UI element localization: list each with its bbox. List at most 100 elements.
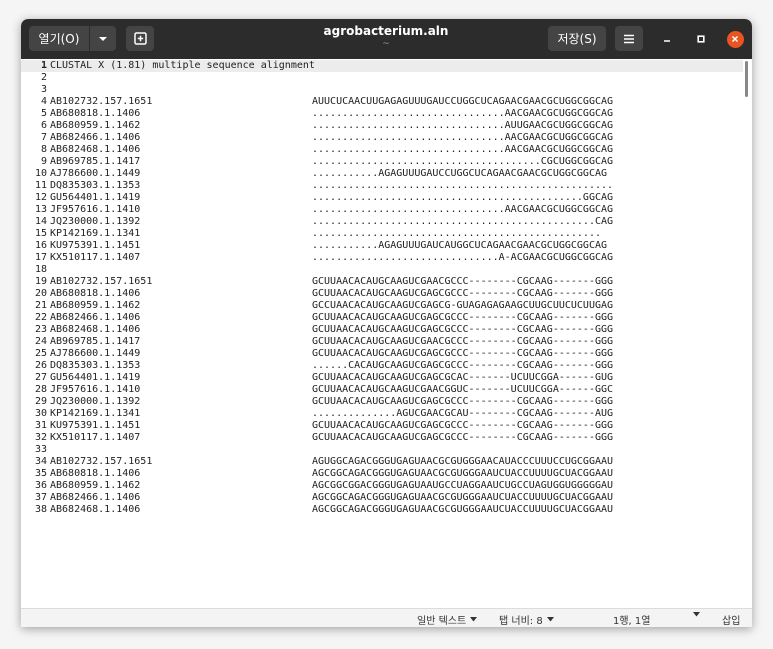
window-subtitle: ~ — [382, 39, 390, 49]
sequence-data: GCUUAACACAUGCAAGUCGAGCGCCC--------CGCAAG… — [312, 288, 614, 299]
sequence-data: ...........AGAGUUUGAUCCUGGCUCAGAACGAACGC… — [312, 168, 608, 179]
line-number: 21 — [34, 300, 47, 311]
close-icon — [731, 35, 739, 43]
language-label: 일반 텍스트 — [417, 616, 467, 627]
maximize-button[interactable] — [691, 29, 711, 49]
sequence-data: ........................................… — [312, 192, 614, 203]
sequence-data: GCUUAACACAUGCAAGUCGAGCGCAC-------UCUUCGG… — [312, 372, 614, 383]
insert-mode-label: 삽입 — [722, 616, 741, 627]
maximize-icon — [697, 35, 705, 43]
sequence-name: AB682466.1.1406 — [50, 492, 141, 503]
line-number: 4 — [40, 96, 47, 107]
sequence-name: AB969785.1.1417 — [50, 336, 141, 347]
tab-width-selector[interactable]: 탭 너비: 8 — [499, 612, 554, 627]
chevron-down-icon — [693, 612, 700, 617]
vertical-scrollbar[interactable] — [745, 61, 748, 97]
language-selector[interactable]: 일반 텍스트 — [417, 612, 478, 627]
open-button[interactable]: 열기(O) — [29, 26, 89, 51]
sequence-data: AGCGGCGGACGGGUGAGUAAUGCCUAGGAAUCUGCCUAGU… — [312, 480, 614, 491]
sequence-name: AB680959.1.1462 — [50, 300, 141, 311]
line-number: 22 — [34, 312, 47, 323]
sequence-data: ........................................… — [312, 228, 601, 239]
sequence-name: AB682466.1.1406 — [50, 132, 141, 143]
sequence-name: DQ835303.1.1353 — [50, 360, 141, 371]
sequence-data: GCUUAACACAUGCAAGUCGAACGCCC--------CGCAAG… — [312, 276, 614, 287]
line-number: 18 — [34, 264, 47, 275]
sequence-data: GCUUAACACAUGCAAGUCGAACGGUC-------UCUUCGG… — [312, 384, 614, 395]
sequence-name: KP142169.1.1341 — [50, 408, 141, 419]
hamburger-menu-icon — [624, 34, 634, 43]
sequence-data: GCUUAACACAUGCAAGUCGAGCGCCC--------CGCAAG… — [312, 324, 614, 335]
text-editor-window: 열기(O) agrobacterium.aln ~ 저장(S) 1 CLUSTA… — [21, 19, 752, 627]
chevron-down-icon — [546, 617, 554, 622]
sequence-data: GCUUAACACAUGCAAGUCGAGCGCCC--------CGCAAG… — [312, 396, 614, 407]
line-number: 8 — [40, 144, 47, 155]
line-number: 38 — [34, 504, 47, 515]
line-number: 34 — [34, 456, 47, 467]
editor-text-area[interactable]: 1 CLUSTAL X (1.81) multiple sequence alig… — [21, 59, 752, 608]
line-number: 5 — [40, 108, 47, 119]
line-number: 37 — [34, 492, 47, 503]
sequence-data: ................................AACGAACG… — [312, 204, 614, 215]
sequence-data: AGCGGCAGACGGGUGAGUAACGCGUGGGAAUCUACCUUUU… — [312, 492, 614, 503]
minimize-button[interactable] — [657, 29, 677, 49]
line-number: 30 — [34, 408, 47, 419]
insert-mode-dropdown[interactable] — [693, 612, 700, 617]
line-number: 17 — [34, 252, 47, 263]
editor-line[interactable]: 1 CLUSTAL X (1.81) multiple sequence alig… — [21, 60, 743, 72]
sequence-name: JF957616.1.1410 — [50, 204, 141, 215]
line-number: 25 — [34, 348, 47, 359]
sequence-data: GCUUAACACAUGCAAGUCGAGCGCCC--------CGCAAG… — [312, 432, 614, 443]
line-number: 15 — [34, 228, 47, 239]
sequence-name: JF957616.1.1410 — [50, 384, 141, 395]
sequence-data: ........................................… — [312, 180, 614, 191]
new-document-button[interactable] — [126, 26, 154, 51]
sequence-name: AB682468.1.1406 — [50, 144, 141, 155]
line-number: 35 — [34, 468, 47, 479]
sequence-data: AGCGGCAGACGGGUGAGUAACGCGUGGGAAUCUACCUUUU… — [312, 468, 614, 479]
line-number: 31 — [34, 420, 47, 431]
sequence-name: AB680818.1.1406 — [50, 288, 141, 299]
cursor-position-label: 1행, 1열 — [613, 616, 651, 627]
status-bar: 일반 텍스트 탭 너비: 8 1행, 1열 삽입 — [21, 608, 752, 627]
line-number: 36 — [34, 480, 47, 491]
sequence-name: CLUSTAL X (1.81) multiple sequence align… — [50, 60, 315, 71]
line-number: 19 — [34, 276, 47, 287]
sequence-data: ................................AACGAACG… — [312, 132, 614, 143]
chevron-down-icon — [99, 36, 107, 41]
sequence-data: AGUGGCAGACGGGUGAGUAACGCGUGGGAACAUACCCUUU… — [312, 456, 614, 467]
sequence-name: KX510117.1.1407 — [50, 252, 141, 263]
menu-button[interactable] — [615, 26, 643, 51]
cursor-position[interactable]: 1행, 1열 — [613, 612, 650, 627]
sequence-name: KU975391.1.1451 — [50, 240, 141, 251]
sequence-name: JQ230000.1.1392 — [50, 396, 141, 407]
line-number: 9 — [40, 156, 47, 167]
chevron-down-icon — [470, 617, 478, 622]
sequence-name: AB680818.1.1406 — [50, 108, 141, 119]
sequence-data: GCUUAACACAUGCAAGUCGAACGCCC--------CGCAAG… — [312, 336, 614, 347]
line-number: 33 — [34, 444, 47, 455]
line-number: 6 — [40, 120, 47, 131]
line-number: 24 — [34, 336, 47, 347]
header-bar: 열기(O) agrobacterium.aln ~ 저장(S) — [21, 19, 752, 59]
line-number: 20 — [34, 288, 47, 299]
sequence-name: AB680959.1.1462 — [50, 120, 141, 131]
sequence-name: GU564401.1.1419 — [50, 192, 141, 203]
sequence-name: KU975391.1.1451 — [50, 420, 141, 431]
open-dropdown-button[interactable] — [90, 26, 116, 51]
insert-mode[interactable]: 삽입 — [722, 612, 740, 627]
close-button[interactable] — [725, 29, 745, 49]
line-number: 26 — [34, 360, 47, 371]
sequence-data: ........................................… — [312, 216, 614, 227]
line-number: 32 — [34, 432, 47, 443]
line-number: 28 — [34, 384, 47, 395]
sequence-data: ...........AGAGUUUGAUCAUGGCUCAGAACGAACGC… — [312, 240, 608, 251]
sequence-name: AB102732.157.1651 — [50, 456, 153, 467]
line-number: 2 — [40, 72, 47, 83]
sequence-name: KP142169.1.1341 — [50, 228, 141, 239]
line-number: 11 — [34, 180, 47, 191]
save-button[interactable]: 저장(S) — [548, 26, 606, 51]
sequence-name: AB680959.1.1462 — [50, 480, 141, 491]
sequence-name: AB102732.157.1651 — [50, 96, 153, 107]
open-button-label: 열기(O) — [38, 32, 80, 46]
